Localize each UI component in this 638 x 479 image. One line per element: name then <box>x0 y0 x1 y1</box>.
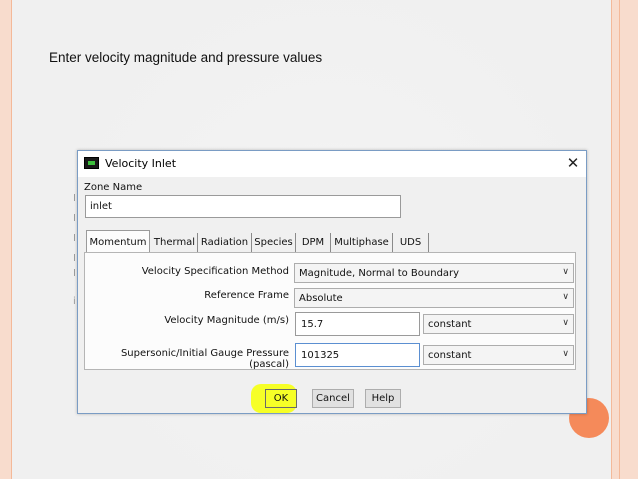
background-glyph: I <box>73 253 76 264</box>
background-glyph: I <box>73 213 76 224</box>
zone-name-label: Zone Name <box>84 182 143 193</box>
velocity-spec-method-label: Velocity Specification Method <box>141 266 289 277</box>
tab-dpm[interactable]: DPM <box>296 233 331 252</box>
slide-left-border <box>0 0 12 479</box>
dialog-titlebar[interactable]: Velocity Inlet ✕ <box>78 151 586 177</box>
gauge-pressure-option-select[interactable]: constant ∨ <box>423 345 574 365</box>
gauge-pressure-label: Supersonic/Initial Gauge Pressure (pasca… <box>120 348 289 370</box>
background-glyph: i <box>73 296 76 307</box>
tab-momentum[interactable]: Momentum <box>86 230 150 253</box>
velocity-magnitude-option-value: constant <box>428 319 472 330</box>
cancel-button[interactable]: Cancel <box>312 389 354 408</box>
ok-button[interactable]: OK <box>265 389 297 408</box>
tab-radiation[interactable]: Radiation <box>198 233 252 252</box>
reference-frame-select[interactable]: Absolute ∨ <box>294 288 574 308</box>
chevron-down-icon: ∨ <box>562 267 569 277</box>
gauge-pressure-input[interactable] <box>295 343 420 367</box>
chevron-down-icon: ∨ <box>562 318 569 328</box>
zone-name-input[interactable] <box>85 195 401 218</box>
gauge-pressure-option-value: constant <box>428 350 472 361</box>
reference-frame-label: Reference Frame <box>204 290 289 301</box>
slide-right-border-line <box>619 0 620 479</box>
close-icon[interactable]: ✕ <box>564 154 582 172</box>
velocity-magnitude-input[interactable] <box>295 312 420 336</box>
velocity-magnitude-option-select[interactable]: constant ∨ <box>423 314 574 334</box>
background-glyph: I <box>73 233 76 244</box>
tab-uds[interactable]: UDS <box>393 233 429 252</box>
chevron-down-icon: ∨ <box>562 349 569 359</box>
chevron-down-icon: ∨ <box>562 292 569 302</box>
tab-multiphase[interactable]: Multiphase <box>331 233 393 252</box>
reference-frame-value: Absolute <box>299 293 343 304</box>
momentum-panel: Velocity Specification Method Magnitude,… <box>84 252 576 370</box>
velocity-spec-method-select[interactable]: Magnitude, Normal to Boundary ∨ <box>294 263 574 283</box>
fluent-app-icon <box>84 157 99 169</box>
tab-species[interactable]: Species <box>252 233 296 252</box>
background-glyph: I <box>73 268 76 279</box>
slide-instruction: Enter velocity magnitude and pressure va… <box>49 50 323 65</box>
velocity-spec-method-value: Magnitude, Normal to Boundary <box>299 268 460 279</box>
dialog-title: Velocity Inlet <box>105 157 177 170</box>
velocity-inlet-dialog: Velocity Inlet ✕ Zone Name Momentum Ther… <box>77 150 587 414</box>
tab-thermal[interactable]: Thermal <box>152 233 198 252</box>
background-glyph: I <box>73 193 76 204</box>
help-button[interactable]: Help <box>365 389 401 408</box>
velocity-magnitude-label: Velocity Magnitude (m/s) <box>164 315 289 326</box>
slide-right-border <box>611 0 638 479</box>
